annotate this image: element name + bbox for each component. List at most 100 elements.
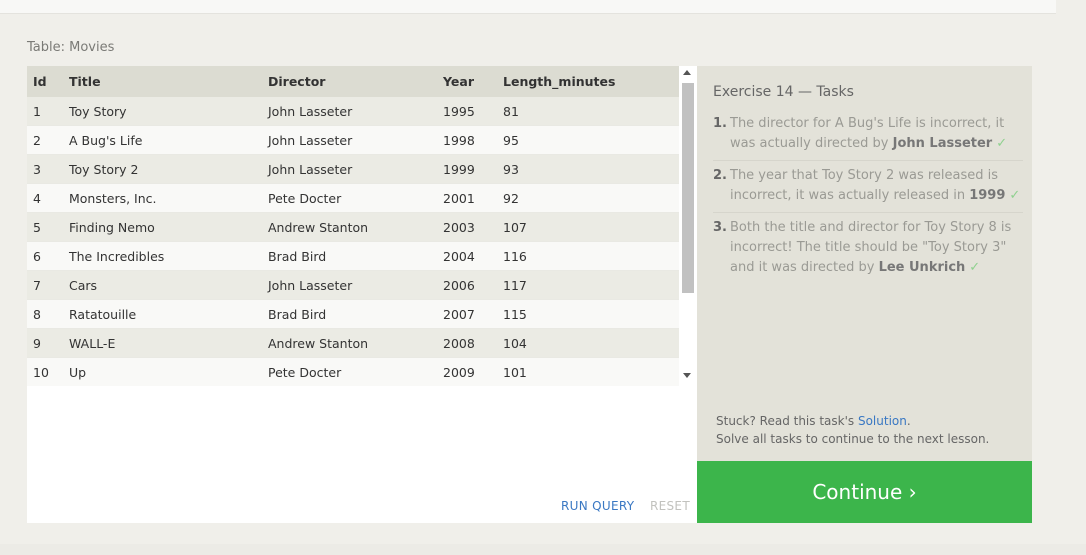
cell-director: Brad Bird [268, 299, 443, 329]
task-text: The year that Toy Story 2 was released i… [730, 168, 999, 203]
cell-title: Toy Story 2 [69, 154, 268, 184]
cell-director: John Lasseter [268, 270, 443, 300]
help-text: Stuck? Read this task's Solution. Solve … [716, 412, 989, 448]
next-card [0, 544, 1086, 555]
cell-length: 115 [503, 299, 679, 329]
table-row: 10 Up Pete Docter 2009 101 [27, 357, 679, 386]
cell-title: Finding Nemo [69, 212, 268, 242]
table-row: 8 Ratatouille Brad Bird 2007 115 [27, 299, 679, 329]
cell-title: Monsters, Inc. [69, 183, 268, 213]
cell-id: 10 [27, 357, 69, 386]
column-header-id: Id [27, 66, 69, 97]
cell-director: Brad Bird [268, 241, 443, 271]
table-scrollbar[interactable] [679, 66, 697, 386]
reset-button[interactable]: RESET [650, 499, 690, 513]
table-row: 3 Toy Story 2 John Lasseter 1999 93 [27, 154, 679, 184]
cell-id: 8 [27, 299, 69, 329]
task-answer: John Lasseter [892, 136, 993, 151]
stuck-suffix: . [906, 414, 911, 428]
cell-director: John Lasseter [268, 125, 443, 155]
results-table-scroll[interactable]: Id Title Director Year Length_minutes 1T… [27, 66, 679, 386]
tasks-panel: Exercise 14 — Tasks 1. The director for A… [697, 66, 1032, 461]
table-row: 6 The Incredibles Brad Bird 2004 116 [27, 241, 679, 271]
task-number: 3. [713, 220, 727, 235]
cell-year: 2009 [443, 357, 503, 386]
results-table: Id Title Director Year Length_minutes 1T… [27, 66, 679, 386]
cell-title: The Incredibles [69, 241, 268, 271]
table-row: 9 WALL-E Andrew Stanton 2008 104 [27, 328, 679, 358]
cell-year: 1999 [443, 154, 503, 184]
run-query-button[interactable]: RUN QUERY [561, 499, 634, 513]
cell-year: 1995 [443, 97, 503, 126]
cell-title: Toy Story [69, 97, 268, 126]
cell-id: 5 [27, 212, 69, 242]
scrollbar-thumb[interactable] [682, 83, 694, 293]
cell-length: 101 [503, 357, 679, 386]
cell-year: 2003 [443, 212, 503, 242]
cell-director: John Lasseter [268, 154, 443, 184]
cell-year: 2007 [443, 299, 503, 329]
table-label: Table: Movies [27, 40, 115, 55]
cell-length: 104 [503, 328, 679, 358]
query-results-panel: Id Title Director Year Length_minutes 1T… [27, 66, 697, 523]
table-row: 1 Toy Story John Lasseter 1995 81 [27, 97, 679, 126]
cell-title: WALL-E [69, 328, 268, 358]
cell-director: Andrew Stanton [268, 212, 443, 242]
column-header-year: Year [443, 66, 503, 97]
cell-title: Ratatouille [69, 299, 268, 329]
tasks-title: Exercise 14 — Tasks [713, 84, 854, 100]
scroll-up-arrow-icon[interactable] [683, 70, 691, 75]
stuck-prefix: Stuck? Read this task's [716, 414, 858, 428]
task-number: 2. [713, 168, 727, 183]
cell-year: 2008 [443, 328, 503, 358]
cell-title: A Bug's Life [69, 125, 268, 155]
cell-director: Pete Docter [268, 183, 443, 213]
cell-length: 81 [503, 97, 679, 126]
checkmark-icon: ✓ [1009, 188, 1021, 203]
task-item: 1. The director for A Bug's Life is incor… [713, 114, 1023, 161]
continue-button[interactable]: Continue › [697, 461, 1032, 523]
checkmark-icon: ✓ [969, 260, 981, 275]
column-header-director: Director [268, 66, 443, 97]
cell-year: 1998 [443, 125, 503, 155]
task-answer: Lee Unkrich [878, 260, 966, 275]
cell-length: 95 [503, 125, 679, 155]
task-answer: 1999 [969, 188, 1006, 203]
table-row: 2A Bug's Life John Lasseter 1998 95 [27, 125, 679, 155]
table-row: 7 Cars John Lasseter 2006 117 [27, 270, 679, 300]
cell-length: 92 [503, 183, 679, 213]
cell-year: 2001 [443, 183, 503, 213]
table-row: 4 Monsters, Inc. Pete Docter 2001 92 [27, 183, 679, 213]
solve-all-text: Solve all tasks to continue to the next … [716, 432, 990, 446]
cell-id: 9 [27, 328, 69, 358]
task-list: 1. The director for A Bug's Life is incor… [713, 114, 1023, 289]
cell-id: 4 [27, 183, 69, 213]
cell-id: 6 [27, 241, 69, 271]
cell-year: 2004 [443, 241, 503, 271]
cell-id: 2 [27, 125, 69, 155]
cell-year: 2006 [443, 270, 503, 300]
cell-length: 117 [503, 270, 679, 300]
cell-title: Cars [69, 270, 268, 300]
scroll-down-arrow-icon[interactable] [683, 373, 691, 378]
cell-director: Pete Docter [268, 357, 443, 386]
task-item: 2. The year that Toy Story 2 was released… [713, 166, 1023, 213]
task-number: 1. [713, 116, 727, 131]
cell-id: 1 [27, 97, 69, 126]
table-header-row: Id Title Director Year Length_minutes [27, 66, 679, 97]
column-header-length: Length_minutes [503, 66, 679, 97]
task-item: 3. Both the title and director for Toy St… [713, 218, 1023, 284]
column-header-title: Title [69, 66, 268, 97]
cell-director: John Lasseter [268, 97, 443, 126]
cell-title: Up [69, 357, 268, 386]
table-row: 5 Finding Nemo Andrew Stanton 2003 107 [27, 212, 679, 242]
cell-length: 107 [503, 212, 679, 242]
cell-id: 3 [27, 154, 69, 184]
cell-director: Andrew Stanton [268, 328, 443, 358]
solution-link[interactable]: Solution [858, 414, 907, 428]
cell-length: 116 [503, 241, 679, 271]
checkmark-icon: ✓ [996, 136, 1008, 151]
cell-id: 7 [27, 270, 69, 300]
cell-length: 93 [503, 154, 679, 184]
previous-card [0, 0, 1056, 14]
